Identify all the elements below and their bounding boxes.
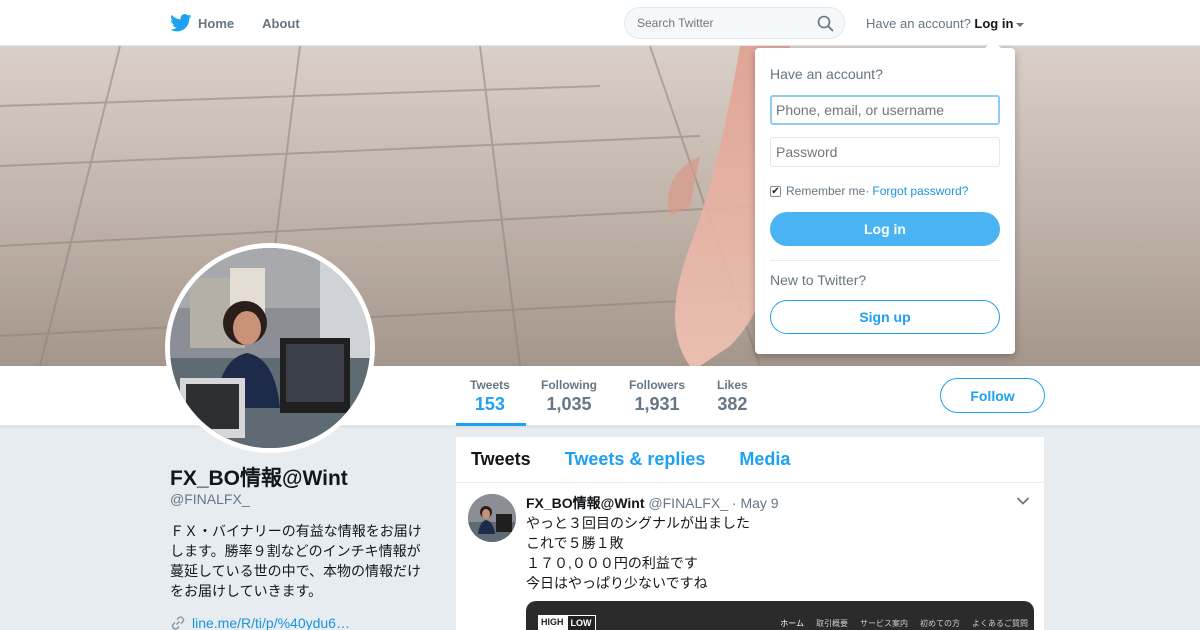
profile-link-text[interactable]: line.me/R/ti/p/%40ydu6… (192, 615, 350, 630)
stat-tweets-value: 153 (474, 394, 505, 414)
nav-left-group: Home About (170, 0, 328, 46)
tweet-date[interactable]: · May 9 (732, 495, 779, 511)
tweet-author-handle[interactable]: @FINALFX_ (648, 495, 728, 511)
new-to-twitter-label: New to Twitter? (770, 272, 867, 288)
forgot-password-link[interactable]: Forgot password? (872, 184, 968, 198)
stat-following[interactable]: Following 1,035 (541, 378, 597, 415)
avatar-photo (170, 248, 370, 448)
tweet-item[interactable]: FX_BO情報@Wint @FINALFX_ · May 9 やっと３回目のシグ… (456, 484, 1044, 630)
profile-avatar[interactable] (165, 243, 375, 453)
tweet-media-image[interactable]: HIGH LOW ホーム 取引概要 サービス案内 初めての方 よくあるご質問 (526, 601, 1034, 630)
search-input[interactable] (637, 16, 807, 30)
media-menu-item: 取引概要 (816, 619, 848, 628)
tweet-author-name[interactable]: FX_BO情報@Wint (526, 495, 645, 511)
remember-label: Remember me (786, 184, 866, 198)
follow-button[interactable]: Follow (940, 378, 1045, 413)
nav-about-label: About (262, 15, 300, 31)
tweet-text: やっと３回目のシグナルが出ました これで５勝１敗 １７０,０００円の利益です 今… (526, 513, 750, 593)
login-dropdown-toggle[interactable]: Log in (974, 16, 1013, 31)
link-icon (171, 616, 185, 630)
active-stat-underline (456, 423, 526, 426)
stat-followers[interactable]: Followers 1,931 (629, 378, 685, 415)
account-prompt: Have an account? (866, 16, 971, 31)
stat-likes-label: Likes (717, 378, 748, 392)
tweet-line: １７０,０００円の利益です (526, 555, 698, 571)
highlow-logo-part-b: LOW (566, 615, 596, 630)
highlow-logo: HIGH LOW (538, 615, 596, 630)
nav-about[interactable]: About (262, 16, 300, 31)
remember-row: ✔ Remember me · Forgot password? (770, 184, 968, 198)
tweet-line: 今日はやっぱり少ないですね (526, 575, 708, 591)
highlow-logo-part-a: HIGH (538, 615, 567, 630)
tweet-line: やっと３回目のシグナルが出ました (526, 515, 750, 531)
tweet-avatar[interactable] (468, 494, 516, 542)
stat-likes[interactable]: Likes 382 (717, 378, 748, 415)
remember-separator: · (865, 184, 870, 198)
remember-checkbox[interactable]: ✔ (770, 185, 781, 197)
tweet-avatar-photo (468, 494, 516, 542)
profile-handle[interactable]: @FINALFX_ (170, 491, 250, 507)
top-navigation-bar: Home About Have an account? Log in (0, 0, 1200, 46)
stat-tweets-label: Tweets (470, 378, 510, 392)
search-box (624, 7, 845, 39)
timeline-tabs: Tweets Tweets & replies Media (456, 437, 1044, 483)
login-dropdown: Have an account? ✔ Remember me · Forgot … (755, 40, 1015, 354)
media-menu-item: ホーム (780, 619, 804, 628)
search-icon[interactable] (817, 15, 834, 32)
dropdown-divider (770, 260, 1000, 261)
media-menu-item: よくあるご質問 (972, 619, 1028, 628)
profile-bio: ＦＸ・バイナリーの有益な情報をお届けします。勝率９割などのインチキ情報が蔓延して… (170, 523, 422, 599)
stat-followers-label: Followers (629, 378, 686, 392)
nav-home-label: Home (198, 15, 235, 31)
profile-link[interactable]: line.me/R/ti/p/%40ydu6… (170, 615, 350, 630)
tab-media[interactable]: Media (739, 449, 790, 470)
media-menu-item: 初めての方 (920, 619, 960, 628)
profile-name[interactable]: FX_BO情報@Wint (170, 462, 348, 492)
tweet-line: これで５勝１敗 (526, 535, 624, 551)
tab-tweets-and-replies[interactable]: Tweets & replies (565, 449, 706, 470)
timeline: Tweets Tweets & replies Media FX_BO情報@Wi… (456, 437, 1044, 630)
tab-tweets[interactable]: Tweets (471, 449, 531, 470)
stat-followers-value: 1,931 (634, 394, 680, 414)
password-field[interactable] (770, 137, 1000, 167)
nav-home[interactable]: Home (170, 14, 234, 32)
twitter-bird-icon (170, 14, 192, 32)
media-menu: ホーム 取引概要 サービス案内 初めての方 よくあるご質問 (768, 618, 1028, 629)
tweet-header: FX_BO情報@Wint @FINALFX_ · May 9 (526, 493, 779, 513)
media-menu-item: サービス案内 (860, 619, 908, 628)
chevron-down-icon[interactable] (1016, 496, 1030, 506)
dropdown-title: Have an account? (770, 66, 883, 82)
username-field[interactable] (770, 95, 1000, 125)
signup-button[interactable]: Sign up (770, 300, 1000, 334)
stat-following-label: Following (541, 378, 597, 392)
caret-down-icon (1016, 22, 1025, 27)
stat-tweets[interactable]: Tweets 153 (470, 378, 510, 415)
account-menu[interactable]: Have an account? Log in (866, 16, 1025, 31)
stat-following-value: 1,035 (546, 394, 592, 414)
stat-likes-value: 382 (717, 394, 748, 414)
login-button[interactable]: Log in (770, 212, 1000, 246)
